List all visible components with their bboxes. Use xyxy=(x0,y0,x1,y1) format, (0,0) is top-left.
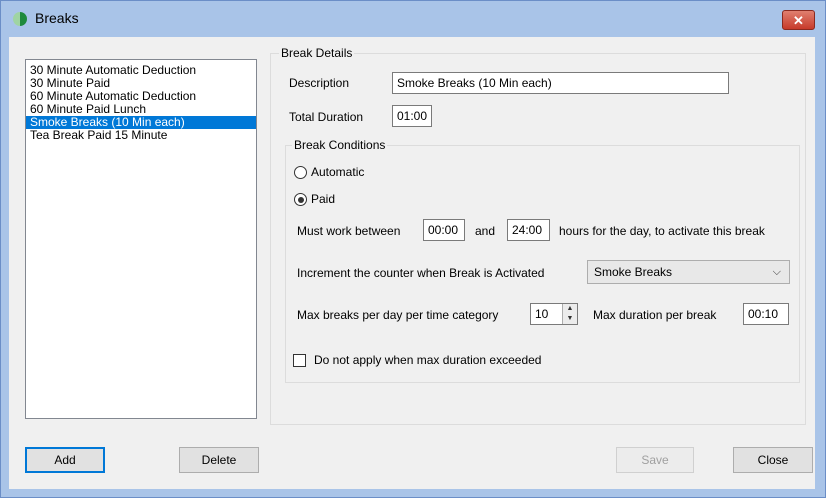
automatic-radio[interactable] xyxy=(294,166,307,179)
automatic-label[interactable]: Automatic xyxy=(311,165,364,179)
max-duration-label: Max duration per break xyxy=(593,308,717,322)
window-title: Breaks xyxy=(35,10,79,26)
description-input[interactable]: Smoke Breaks (10 Min each) xyxy=(392,72,729,94)
increment-counter-select[interactable]: Smoke Breaks ⌵ xyxy=(587,260,790,284)
total-duration-input[interactable]: 01:00 xyxy=(392,105,432,127)
break-conditions-label: Break Conditions xyxy=(292,138,388,152)
must-work-label: Must work between xyxy=(297,224,401,238)
max-breaks-stepper[interactable]: 10 ▲ ▼ xyxy=(530,303,578,325)
stepper-buttons: ▲ ▼ xyxy=(562,304,577,324)
paid-radio[interactable] xyxy=(294,193,307,206)
break-details-label: Break Details xyxy=(279,46,355,60)
title-bar: Breaks ✕ xyxy=(1,1,825,37)
description-label: Description xyxy=(289,76,350,90)
hours-label: hours for the day, to activate this brea… xyxy=(559,224,765,238)
paid-label[interactable]: Paid xyxy=(311,192,335,206)
max-breaks-label: Max breaks per day per time category xyxy=(297,308,499,322)
increment-counter-value: Smoke Breaks xyxy=(594,265,673,279)
breaks-window: Breaks ✕ 30 Minute Automatic Deduction 3… xyxy=(0,0,826,498)
total-duration-label: Total Duration xyxy=(289,110,364,124)
add-button[interactable]: Add xyxy=(25,447,105,473)
chevron-down-icon: ⌵ xyxy=(772,266,781,278)
delete-button[interactable]: Delete xyxy=(179,447,259,473)
work-to-input[interactable]: 24:00 xyxy=(507,219,550,241)
max-duration-input[interactable]: 00:10 xyxy=(743,303,789,325)
close-button[interactable]: Close xyxy=(733,447,813,473)
increment-label: Increment the counter when Break is Acti… xyxy=(297,266,545,280)
stepper-down-icon[interactable]: ▼ xyxy=(563,314,577,324)
app-icon xyxy=(13,12,27,26)
save-button[interactable]: Save xyxy=(616,447,694,473)
breaks-list[interactable]: 30 Minute Automatic Deduction 30 Minute … xyxy=(25,59,257,419)
max-breaks-value: 10 xyxy=(535,307,549,321)
and-label: and xyxy=(475,224,496,238)
window-close-button[interactable]: ✕ xyxy=(782,10,815,30)
list-item[interactable]: Tea Break Paid 15 Minute xyxy=(26,129,256,142)
dialog-client-area: 30 Minute Automatic Deduction 30 Minute … xyxy=(9,37,815,489)
do-not-apply-checkbox[interactable] xyxy=(293,354,306,367)
do-not-apply-label[interactable]: Do not apply when max duration exceeded xyxy=(314,353,541,367)
work-from-input[interactable]: 00:00 xyxy=(423,219,465,241)
